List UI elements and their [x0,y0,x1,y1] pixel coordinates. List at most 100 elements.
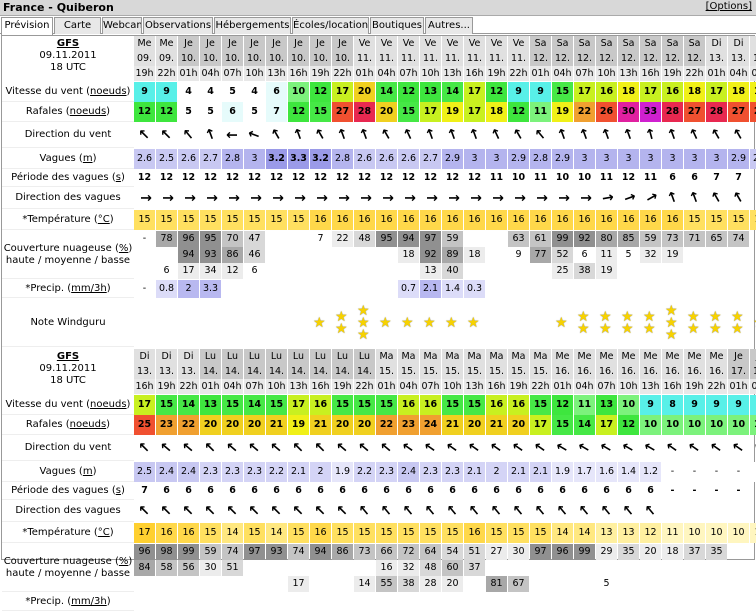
wave-period: 6 [273,485,280,496]
wind-gust: 12 [508,102,529,122]
gust-unit-link[interactable]: noeuds [70,106,107,117]
wind-gust: 10 [640,415,661,435]
wave-height: 3 [596,149,617,169]
period-unit-link[interactable]: s [116,485,121,496]
wind-speed: 14 [442,82,463,102]
wind-label: Vitesse du vent (noeuds) [2,82,134,102]
cloud-l [222,576,243,592]
wind-speed: 15 [530,395,551,415]
day-name: Lu [310,349,331,364]
wind-gust: 19 [442,102,463,122]
cloud-l [310,263,331,279]
temperature: 11 [662,523,683,543]
precipitation: 0.7 [398,280,419,298]
wind-gust: 28 [706,102,727,122]
hour: 16h [640,66,661,81]
cloud-m [684,560,705,576]
wave-direction-arrow: ↑ [201,501,221,521]
cloud-unit-link[interactable]: % [119,556,129,567]
wind-speed: 9 [706,395,727,415]
wave-height: - [684,462,705,482]
tab-1[interactable]: Carte [54,17,101,34]
cloud-m: 56 [178,560,199,576]
tab-0[interactable]: Prévision [1,17,53,35]
wind-gust: 30 [618,102,639,122]
wave-period: 12 [445,172,460,183]
wave-height: 3 [244,149,265,169]
waves-unit-link[interactable]: m [83,466,93,477]
cloud-h: 95 [376,231,397,247]
cloud-m [706,560,727,576]
wave-height: 3 [640,149,661,169]
tab-5[interactable]: Écoles/location [292,17,369,34]
wind-speed: 12 [398,82,419,102]
day-date: 12. [596,51,617,66]
tab-4[interactable]: Hébergements [214,17,291,34]
wind-unit-link[interactable]: noeuds [90,86,127,97]
wave-height: 2 [310,462,331,482]
wave-height: 2.6 [134,149,155,169]
wind-unit-link[interactable]: noeuds [90,399,127,410]
wdir-label-text: Direction du vent [24,441,112,453]
day-name: Sa [684,36,705,51]
tab-3[interactable]: Observations [143,17,213,34]
temp-unit-link[interactable]: °C [98,214,110,225]
waves-unit-link[interactable]: m [83,153,93,164]
cloud-unit-link[interactable]: % [119,243,129,254]
wave-direction-arrow: ↑ [487,501,507,521]
period-unit-link[interactable]: s [116,172,121,183]
cloud-l: 17 [178,263,199,279]
temperature: 15 [684,210,705,230]
cloud-h [464,231,485,247]
tab-6[interactable]: Boutiques [370,17,424,34]
wave-direction-arrow: ↑ [553,501,573,521]
wind-direction-arrow: ↑ [422,125,440,145]
wind-gust: 26 [750,102,756,122]
cloud-h: 96 [178,231,199,247]
wave-direction-arrow: ↑ [444,192,461,204]
wind-speed: 12 [486,82,507,102]
day-date: 12. [530,51,551,66]
tab-2[interactable]: Webcams [102,17,142,34]
day-date: 10. [200,51,221,66]
options-link[interactable]: [Options] [706,1,752,12]
cloud-m: 18 [398,247,419,263]
cloud-h: 37 [684,544,705,560]
cloud-l [706,263,727,279]
temp-unit-link[interactable]: °C [98,527,110,538]
cloud-l: 25 [552,263,573,279]
cloud-h: 99 [178,544,199,560]
wind-gust: 5 [178,102,199,122]
model-link[interactable]: GFS [2,38,134,50]
wave-height: 2.7 [200,149,221,169]
cloud-l [728,263,749,279]
rating-star: ★ [577,321,590,337]
precipitation [750,280,756,298]
tab-7[interactable]: Autres... [425,17,473,34]
day-name: Lu [222,349,243,364]
wave-period: 12 [313,172,328,183]
wave-direction-arrow: ↑ [158,192,175,204]
wind-direction-arrow: ↑ [707,125,727,145]
cloud-h: 99 [574,544,595,560]
gust-label-text: Rafales (noeuds) [25,105,111,117]
wind-direction-arrow: ↑ [553,438,573,458]
precip-unit-link[interactable]: mm/3h [71,283,107,294]
day-date: 10. [178,51,199,66]
precip2-unit-link[interactable]: mm/3h [71,596,107,607]
wave-period: 6 [339,485,346,496]
wind-gust: 20 [200,415,221,435]
wave-period: 6 [625,485,632,496]
wave-height: 3 [464,149,485,169]
wave-period: 12 [137,172,152,183]
wind-gust: 20 [508,415,529,435]
temperature: 10 [728,523,749,543]
wind-gust: 28 [662,102,683,122]
day-name: Me [706,349,727,364]
wave-period: 10 [555,172,570,183]
cloud-h: 22 [332,231,353,247]
gust-unit-link[interactable]: noeuds [70,419,107,430]
temperature: 15 [486,523,507,543]
model-link[interactable]: GFS [2,351,134,363]
wave-period: 6 [295,485,302,496]
